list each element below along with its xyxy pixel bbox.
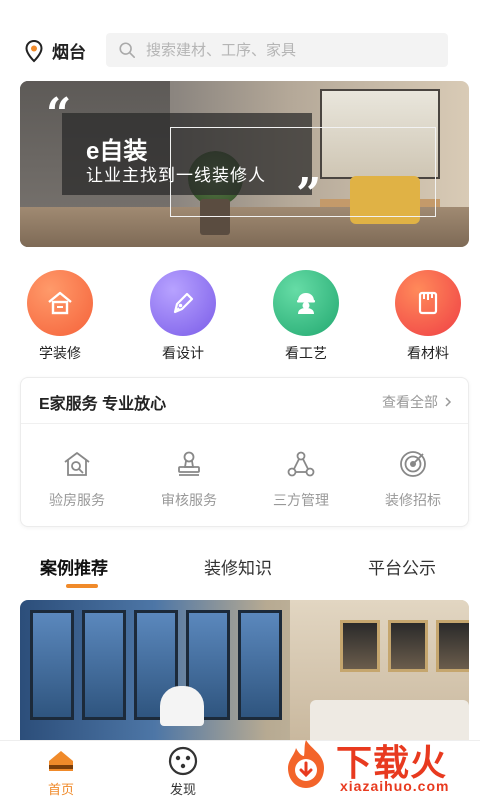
category-learn-renovation[interactable]: 学装修 bbox=[15, 270, 105, 363]
chevron-right-icon bbox=[445, 397, 452, 407]
nav-home[interactable]: 首页 bbox=[26, 745, 96, 798]
category-icon-bg bbox=[273, 270, 339, 336]
service-house-inspection[interactable]: 验房服务 bbox=[27, 448, 127, 510]
active-tab-indicator bbox=[66, 584, 98, 588]
case-card-image[interactable] bbox=[20, 600, 469, 740]
search-input[interactable] bbox=[146, 41, 426, 59]
case-photo-artwork bbox=[340, 620, 380, 672]
category-view-design[interactable]: 看设计 bbox=[138, 270, 228, 363]
watermark-domain: xiazaihuo.com bbox=[340, 778, 450, 794]
nav-discover[interactable]: 发现 bbox=[148, 745, 218, 798]
stamp-icon bbox=[178, 451, 200, 476]
category-icon-bg bbox=[27, 270, 93, 336]
service-label: 验房服务 bbox=[49, 492, 105, 508]
tab-case-recommend[interactable]: 案例推荐 bbox=[40, 554, 108, 579]
house-icon bbox=[48, 291, 72, 315]
open-quote-icon: “ bbox=[46, 89, 72, 140]
category-shortcuts: 学装修 看设计 看工艺 看材料 bbox=[0, 270, 480, 363]
service-review[interactable]: 审核服务 bbox=[139, 448, 239, 510]
pen-icon bbox=[173, 292, 194, 314]
banner-subtitle: 让业主找到一线装修人 bbox=[86, 166, 266, 185]
close-quote-icon: ” bbox=[296, 169, 322, 220]
house-inspect-icon bbox=[64, 452, 90, 476]
promo-banner[interactable]: “ ” e自装 让业主找到一线装修人 bbox=[20, 81, 469, 247]
flame-logo-icon bbox=[288, 740, 324, 788]
case-photo-window bbox=[82, 610, 126, 720]
nav-label: 首页 bbox=[47, 782, 74, 797]
case-photo-chair bbox=[160, 686, 204, 726]
location-pin-icon bbox=[25, 39, 43, 62]
nav-label: 发现 bbox=[169, 782, 196, 797]
service-label: 审核服务 bbox=[161, 492, 217, 508]
location-selector[interactable]: 烟台 bbox=[22, 38, 86, 63]
case-photo-window bbox=[30, 610, 74, 720]
category-icon-bg bbox=[395, 270, 461, 336]
home-icon bbox=[49, 751, 73, 771]
service-label: 三方管理 bbox=[273, 492, 329, 508]
category-label: 看材料 bbox=[407, 345, 449, 361]
service-bidding[interactable]: 装修招标 bbox=[363, 448, 463, 510]
worker-icon bbox=[297, 293, 315, 314]
tab-renovation-knowledge[interactable]: 装修知识 bbox=[204, 554, 272, 579]
network-icon bbox=[287, 451, 315, 477]
content-tabs: 案例推荐 装修知识 平台公示 bbox=[0, 548, 480, 592]
location-label: 烟台 bbox=[52, 43, 86, 62]
target-icon bbox=[400, 451, 426, 477]
category-view-craft[interactable]: 看工艺 bbox=[261, 270, 351, 363]
category-label: 学装修 bbox=[39, 345, 81, 361]
case-photo-artwork bbox=[436, 620, 469, 672]
tab-platform-notice[interactable]: 平台公示 bbox=[368, 554, 436, 579]
service-card: E家服务 专业放心 查看全部 验房服务 审核服务 三方管理 装修招标 bbox=[20, 377, 469, 527]
category-label: 看工艺 bbox=[285, 345, 327, 361]
case-photo-window bbox=[238, 610, 282, 720]
discover-icon bbox=[168, 746, 198, 776]
top-bar: 烟台 bbox=[0, 30, 480, 70]
view-all-label: 查看全部 bbox=[382, 394, 438, 410]
service-tripartite[interactable]: 三方管理 bbox=[251, 448, 351, 510]
category-label: 看设计 bbox=[162, 345, 204, 361]
material-icon bbox=[418, 291, 438, 315]
service-divider bbox=[21, 423, 468, 424]
search-bar[interactable] bbox=[106, 33, 448, 67]
view-all-link[interactable]: 查看全部 bbox=[382, 392, 454, 412]
search-icon bbox=[119, 42, 136, 59]
service-label: 装修招标 bbox=[385, 492, 441, 508]
category-icon-bg bbox=[150, 270, 216, 336]
category-view-materials[interactable]: 看材料 bbox=[383, 270, 473, 363]
site-watermark: 下载火 xiazaihuo.com bbox=[278, 732, 478, 798]
service-title: E家服务 专业放心 bbox=[39, 396, 167, 413]
case-photo-artwork bbox=[388, 620, 428, 672]
